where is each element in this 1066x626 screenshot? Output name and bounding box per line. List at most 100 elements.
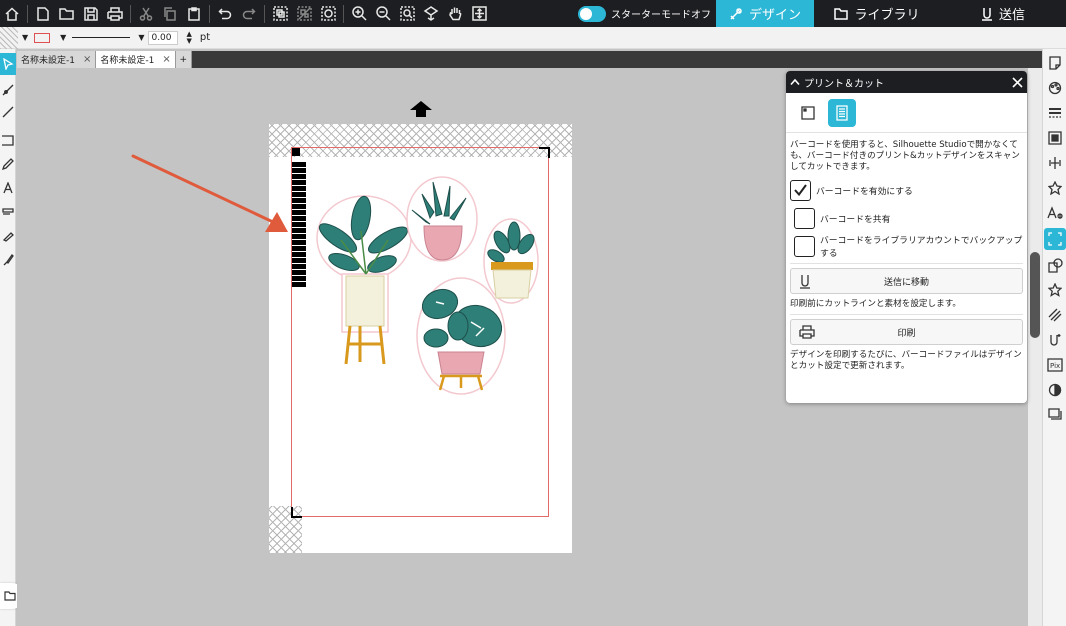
line-style-preview[interactable] [72, 37, 131, 38]
paste-icon[interactable] [182, 0, 206, 27]
redo-icon[interactable] [237, 0, 261, 27]
sketch-icon[interactable] [1044, 329, 1066, 351]
document-tab-label: 名称未設定-1 [21, 56, 75, 66]
registration-icon[interactable] [1044, 77, 1066, 99]
home-icon[interactable] [0, 0, 24, 27]
plant-sticker-snake[interactable] [406, 176, 478, 262]
close-icon[interactable]: × [83, 54, 91, 65]
point-edit-icon[interactable] [0, 79, 16, 101]
undo-icon[interactable] [213, 0, 237, 27]
left-toolbar [0, 49, 16, 626]
print-icon[interactable] [103, 0, 127, 27]
design-icon [730, 7, 742, 20]
open-icon[interactable] [55, 0, 79, 27]
option-backup-barcode[interactable]: バーコードをライブラリアカウントでバックアップする [786, 233, 1027, 259]
group-icon[interactable] [268, 0, 292, 27]
fill-icon[interactable] [1044, 127, 1066, 149]
toggle-switch[interactable] [578, 5, 606, 22]
tab-registration-marks[interactable] [794, 99, 822, 127]
pencil-tool-icon[interactable] [0, 153, 16, 175]
brush-tool-icon[interactable] [0, 249, 16, 271]
plant-sticker-monstera[interactable] [416, 277, 507, 395]
replicate-icon[interactable] [1044, 177, 1066, 199]
registration-marks-icon [801, 105, 815, 120]
page-shift-up-icon[interactable] [409, 100, 433, 118]
zoom-select-icon[interactable] [395, 0, 419, 27]
go-to-send-button[interactable]: 送信に移動 [790, 268, 1023, 294]
select-tool-icon[interactable] [0, 53, 16, 75]
transparency-icon[interactable] [1044, 379, 1066, 401]
copy-icon[interactable] [158, 0, 182, 27]
new-icon[interactable] [31, 0, 55, 27]
knife-tool-icon[interactable] [0, 225, 16, 247]
page-setup-icon[interactable] [1044, 52, 1066, 74]
plant-stickers[interactable] [316, 176, 540, 396]
checkmark-icon [794, 184, 807, 196]
plant-sticker-cactus[interactable] [483, 218, 539, 304]
tab-send[interactable]: 送信 [940, 0, 1066, 27]
barcode-icon [836, 104, 848, 121]
hand-icon[interactable] [443, 0, 467, 27]
tab-send-label: 送信 [998, 8, 1025, 23]
line-color-swatch[interactable] [34, 32, 51, 43]
document-tab-active[interactable]: 名称未設定-1 × [96, 51, 176, 68]
line-tool-icon[interactable] [0, 101, 16, 123]
stepper-icon[interactable]: ▲ ▼ [186, 30, 191, 45]
registration-mark [291, 507, 302, 518]
toolbar-divider [264, 4, 265, 23]
pixscan-icon[interactable]: Pix [1044, 354, 1066, 376]
chevron-down-icon[interactable]: ▼ [22, 33, 28, 42]
scrollbar-thumb[interactable] [1030, 252, 1040, 338]
offset-icon[interactable] [1044, 279, 1066, 301]
text-style-icon[interactable] [1044, 202, 1066, 224]
tab-design-label: デザイン [748, 8, 801, 23]
print-cut-icon[interactable] [1044, 228, 1066, 250]
share-barcode-checkbox[interactable] [794, 207, 815, 229]
text-tool-icon[interactable] [0, 177, 16, 199]
save-icon[interactable] [79, 0, 103, 27]
toolbar-divider [209, 4, 210, 23]
option-enable-barcode[interactable]: バーコードを有効にする [786, 177, 1027, 203]
add-tab-button[interactable]: + [175, 51, 192, 68]
svg-text:Pix: Pix [1050, 362, 1060, 370]
tab-library[interactable]: ライブラリ [814, 0, 940, 27]
property-bar: ▼ ▼ ▼ 0.00 ▲ ▼ pt [0, 26, 1066, 49]
compound-icon[interactable] [316, 0, 340, 27]
eraser-tool-icon[interactable] [0, 201, 16, 223]
cut-icon[interactable] [134, 0, 158, 27]
option-share-barcode[interactable]: バーコードを共有 [786, 205, 1027, 231]
close-icon[interactable] [1007, 71, 1027, 93]
layers-icon[interactable] [1044, 404, 1066, 426]
chevron-down-icon[interactable]: ▼ [60, 33, 66, 42]
panel-header[interactable]: プリント＆カット [786, 71, 1027, 93]
divider [790, 314, 1023, 315]
tab-design[interactable]: デザイン [716, 0, 814, 27]
checker-swatch[interactable] [0, 26, 18, 49]
option-label: バーコードを共有 [820, 214, 891, 225]
zoom-out-icon[interactable] [371, 0, 395, 27]
starter-mode-toggle[interactable]: スターターモードオフ [578, 0, 711, 27]
print-icon [799, 325, 815, 339]
close-icon[interactable]: × [162, 54, 170, 65]
modify-icon[interactable] [1044, 254, 1066, 276]
ungroup-icon[interactable] [292, 0, 316, 27]
enable-barcode-checkbox[interactable] [790, 179, 811, 201]
tab-barcode[interactable] [828, 98, 856, 127]
line-style-icon[interactable] [1044, 102, 1066, 124]
align-icon[interactable] [1044, 152, 1066, 174]
document-tab-label: 名称未設定-1 [100, 56, 155, 66]
rectangle-tool-icon[interactable] [0, 129, 16, 151]
trace-icon[interactable] [1044, 304, 1066, 326]
chevron-down-icon[interactable]: ▼ [138, 33, 144, 42]
document-tab[interactable]: 名称未設定-1 × [17, 51, 97, 68]
pan-drag-icon[interactable] [419, 0, 443, 27]
fit-icon[interactable] [467, 0, 491, 27]
send-icon [981, 7, 992, 21]
backup-barcode-checkbox[interactable] [794, 235, 815, 257]
plant-sticker-stand[interactable] [316, 195, 412, 365]
zoom-in-icon[interactable] [347, 0, 371, 27]
chevron-up-icon[interactable] [790, 78, 800, 86]
print-button[interactable]: 印刷 [790, 319, 1023, 345]
line-width-input[interactable]: 0.00 [148, 30, 179, 45]
vertical-scrollbar[interactable] [1028, 68, 1042, 626]
